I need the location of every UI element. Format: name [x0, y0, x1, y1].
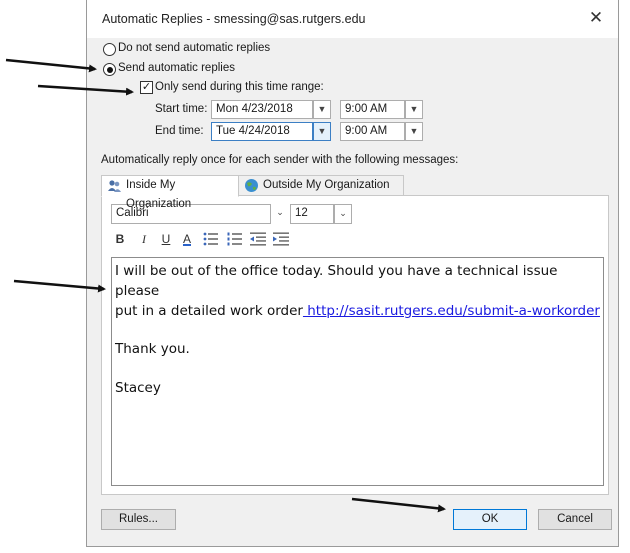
arrow-message [13, 279, 106, 293]
arrow-ok [351, 497, 446, 513]
people-icon [108, 180, 121, 192]
annotation-arrows [5, 58, 446, 513]
arrow-send-replies [5, 58, 97, 73]
tab-inside-organization[interactable]: Inside My Organization [101, 175, 239, 210]
tab-inside-label: Inside My Organization [126, 179, 192, 210]
arrow-time-range [37, 84, 134, 96]
